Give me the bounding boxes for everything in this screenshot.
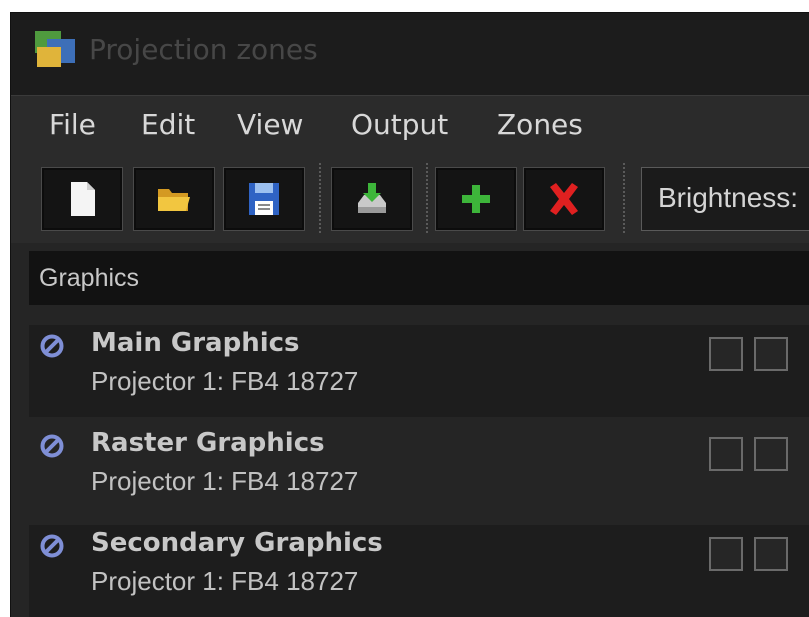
zone-projector: Projector 1: FB4 18727 — [91, 466, 359, 496]
title-bar[interactable]: Projection zones — [11, 13, 809, 95]
save-button[interactable] — [223, 167, 305, 231]
toolbar-separator — [623, 163, 629, 233]
zone-checkbox[interactable] — [754, 537, 788, 571]
menu-output[interactable]: Output — [351, 108, 448, 141]
brightness-label: Brightness: — [658, 182, 799, 213]
open-button[interactable] — [133, 167, 215, 231]
zone-row[interactable]: Secondary Graphics Projector 1: FB4 1872… — [29, 525, 809, 617]
menu-file[interactable]: File — [49, 108, 96, 141]
toolbar: Brightness: — [11, 155, 809, 243]
zone-row[interactable]: Raster Graphics Projector 1: FB4 18727 — [29, 425, 809, 517]
zone-name: Main Graphics — [91, 328, 300, 358]
zone-projector: Projector 1: FB4 18727 — [91, 566, 359, 596]
delete-x-icon — [550, 183, 578, 215]
window-title: Projection zones — [89, 33, 318, 66]
menu-view[interactable]: View — [237, 108, 303, 141]
zone-name: Raster Graphics — [91, 428, 325, 458]
add-zone-button[interactable] — [435, 167, 517, 231]
disabled-icon[interactable] — [39, 433, 65, 459]
zone-row[interactable]: Main Graphics Projector 1: FB4 18727 — [29, 325, 809, 417]
zone-projector: Projector 1: FB4 18727 — [91, 366, 359, 396]
zone-checkbox[interactable] — [709, 437, 743, 471]
section-title: Graphics — [39, 264, 140, 292]
new-button[interactable] — [41, 167, 123, 231]
toolbar-separator — [319, 163, 325, 233]
brightness-control[interactable]: Brightness: — [641, 167, 809, 231]
toolbar-separator — [426, 163, 432, 233]
zone-checkbox[interactable] — [709, 537, 743, 571]
delete-zone-button[interactable] — [523, 167, 605, 231]
open-folder-icon — [158, 189, 190, 211]
menu-edit[interactable]: Edit — [141, 108, 195, 141]
section-header-graphics: Graphics — [29, 251, 809, 305]
zone-name: Secondary Graphics — [91, 528, 383, 558]
disabled-icon[interactable] — [39, 533, 65, 559]
import-button[interactable] — [331, 167, 413, 231]
add-plus-icon — [462, 185, 490, 213]
import-icon — [358, 183, 386, 213]
menu-bar: File Edit View Output Zones — [11, 95, 809, 156]
projection-zones-app-icon — [35, 31, 75, 67]
menu-zones[interactable]: Zones — [497, 108, 583, 141]
zone-checkbox[interactable] — [754, 337, 788, 371]
zone-checkbox[interactable] — [754, 437, 788, 471]
projection-zones-window: Projection zones File Edit View Output Z… — [10, 12, 809, 617]
save-floppy-icon — [249, 183, 279, 215]
new-document-icon — [71, 182, 95, 216]
disabled-icon[interactable] — [39, 333, 65, 359]
zone-checkbox[interactable] — [709, 337, 743, 371]
